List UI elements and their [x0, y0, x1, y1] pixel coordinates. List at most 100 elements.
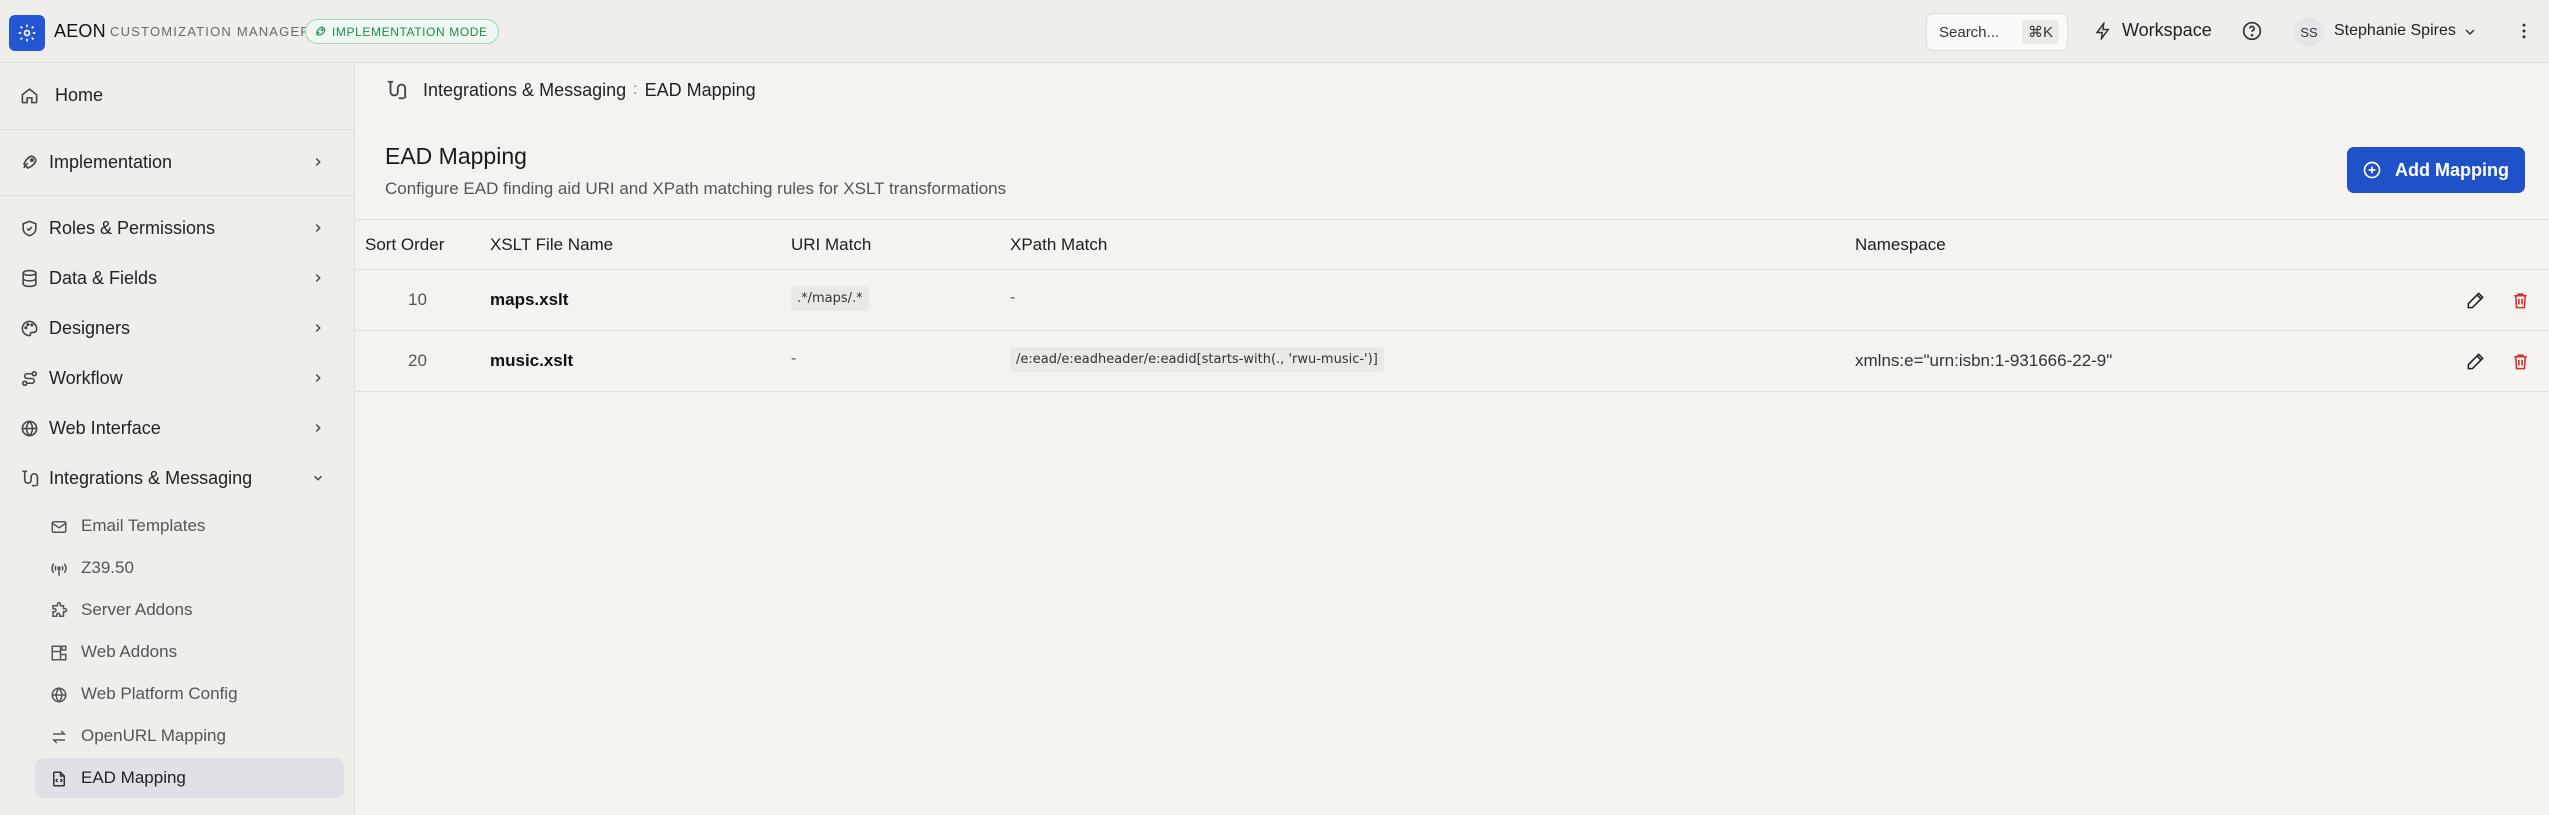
arrows-icon	[51, 730, 67, 744]
plus-circle-icon	[2363, 161, 2381, 179]
sidebar-item-data-fields[interactable]: Data & Fields	[0, 258, 354, 298]
sidebar-subitem-email-templates[interactable]: Email Templates	[35, 506, 344, 546]
cell-uri-match: -	[791, 350, 797, 367]
avatar[interactable]: SS	[2294, 17, 2324, 47]
integrations-icon	[22, 470, 39, 487]
sidebar-item-designers[interactable]: Designers	[0, 308, 354, 348]
chevron-right-icon	[315, 424, 321, 432]
sidebar-item-workflow[interactable]: Workflow	[0, 358, 354, 398]
lightning-icon	[2095, 21, 2110, 40]
sidebar-item-label: Home	[55, 84, 104, 105]
implementation-mode-badge: IMPLEMENTATION MODE	[305, 19, 499, 44]
column-header-xslt-file[interactable]: XSLT File Name	[490, 235, 613, 255]
sidebar-subitem-web-platform-config[interactable]: Web Platform Config	[35, 674, 344, 714]
search-button[interactable]: Search... ⌘K	[1926, 13, 2068, 51]
sidebar-subitem-server-addons[interactable]: Server Addons	[35, 590, 344, 630]
cell-uri-match: .*/maps/.*	[791, 286, 869, 311]
home-icon	[21, 88, 38, 104]
sidebar-subitem-label: Z39.50	[81, 558, 134, 577]
sidebar-subitem-label: Server Addons	[81, 600, 193, 619]
cell-xpath-match: -	[1010, 289, 1016, 306]
sidebar-item-web-interface[interactable]: Web Interface	[0, 408, 354, 448]
chevron-right-icon	[315, 324, 321, 332]
workspace-label: Workspace	[2122, 20, 2212, 40]
sidebar-item-label: Roles & Permissions	[49, 217, 216, 238]
puzzle-icon	[52, 602, 68, 617]
cell-namespace: xmlns:e="urn:isbn:1-931666-22-9"	[1855, 351, 2113, 370]
breadcrumb-section[interactable]: Integrations & Messaging	[423, 80, 626, 101]
app-name: AEON	[54, 21, 106, 41]
cell-sort-order: 20	[408, 351, 427, 370]
search-label: Search...	[1939, 23, 2000, 41]
sidebar-subitem-z3950[interactable]: Z39.50	[35, 548, 344, 588]
globe-icon	[21, 420, 38, 437]
add-mapping-label: Add Mapping	[2395, 159, 2509, 180]
sidebar-subitem-web-addons[interactable]: Web Addons	[35, 632, 344, 672]
chevron-right-icon	[315, 374, 321, 382]
column-header-uri-match[interactable]: URI Match	[791, 235, 871, 255]
edit-icon[interactable]	[2466, 352, 2485, 371]
breadcrumb: Integrations & Messaging : EAD Mapping	[385, 79, 756, 101]
integrations-icon	[387, 80, 407, 100]
chevron-right-icon	[315, 224, 321, 232]
chevron-right-icon	[315, 274, 321, 282]
cell-sort-order: 10	[408, 290, 427, 309]
sidebar-subitem-ead-mapping[interactable]: EAD Mapping	[35, 758, 344, 798]
sidebar-divider	[0, 195, 354, 196]
page-header: EAD Mapping Configure EAD finding aid UR…	[385, 143, 1006, 199]
chevron-down-icon	[314, 475, 322, 481]
table-row[interactable]: 10 maps.xslt .*/maps/.* -	[355, 270, 2549, 331]
main-content: Integrations & Messaging : EAD Mapping E…	[355, 63, 2549, 815]
sidebar-item-label: Integrations & Messaging	[49, 467, 253, 488]
column-header-namespace[interactable]: Namespace	[1855, 235, 1946, 255]
cell-xslt-file: music.xslt	[490, 351, 574, 370]
column-header-xpath-match[interactable]: XPath Match	[1010, 235, 1107, 255]
app-subtitle: CUSTOMIZATION MANAGER	[110, 24, 311, 39]
sidebar-item-implementation[interactable]: Implementation	[0, 142, 354, 182]
database-icon	[22, 269, 37, 288]
antenna-icon	[51, 563, 67, 576]
page-description: Configure EAD finding aid URI and XPath …	[385, 179, 1007, 198]
chevron-down-icon[interactable]	[2462, 24, 2478, 40]
column-header-sort-order[interactable]: Sort Order	[365, 235, 444, 255]
rocket-icon	[316, 26, 326, 36]
more-vertical-icon[interactable]	[2514, 21, 2534, 41]
globe-icon	[51, 687, 67, 703]
sidebar: Home Implementation Roles & Permissions …	[0, 63, 355, 815]
app-logo[interactable]	[9, 15, 45, 51]
delete-icon[interactable]	[2511, 291, 2530, 310]
add-mapping-button[interactable]: Add Mapping	[2347, 147, 2525, 193]
page-title: EAD Mapping	[385, 143, 527, 169]
user-name[interactable]: Stephanie Spires	[2334, 22, 2456, 40]
workspace-button[interactable]: Workspace	[2094, 20, 2212, 41]
blocks-icon	[51, 645, 67, 661]
cell-xslt-file: maps.xslt	[490, 290, 569, 309]
sidebar-item-label: Implementation	[49, 151, 173, 172]
chevron-right-icon	[315, 158, 321, 166]
palette-icon	[21, 320, 38, 337]
sidebar-subitem-label: EAD Mapping	[81, 768, 186, 787]
sidebar-subitem-label: Web Platform Config	[81, 684, 238, 703]
table-row[interactable]: 20 music.xslt - /e:ead/e:eadheader/e:ead…	[355, 331, 2549, 392]
table-header: Sort Order XSLT File Name URI Match XPat…	[355, 220, 2549, 270]
file-code-icon	[53, 771, 65, 787]
sidebar-item-label: Web Interface	[49, 417, 161, 438]
sidebar-item-home[interactable]: Home	[0, 75, 354, 115]
mapping-table: Sort Order XSLT File Name URI Match XPat…	[355, 219, 2549, 392]
shield-icon	[22, 220, 37, 237]
search-shortcut: ⌘K	[2021, 20, 2059, 44]
breadcrumb-page: EAD Mapping	[644, 79, 756, 100]
top-bar: AEON CUSTOMIZATION MANAGER IMPLEMENTATIO…	[0, 0, 2549, 63]
sidebar-subitem-label: Web Addons	[81, 642, 178, 661]
sidebar-item-roles-permissions[interactable]: Roles & Permissions	[0, 208, 354, 248]
help-icon[interactable]	[2242, 21, 2262, 41]
mode-badge-label: IMPLEMENTATION MODE	[332, 24, 488, 39]
edit-icon[interactable]	[2466, 291, 2485, 310]
mail-icon	[51, 521, 67, 533]
delete-icon[interactable]	[2511, 352, 2530, 371]
workflow-icon	[21, 370, 38, 387]
sidebar-item-integrations-messaging[interactable]: Integrations & Messaging	[0, 458, 354, 498]
cell-xpath-match: /e:ead/e:eadheader/e:eadid[starts-with(.…	[1010, 347, 1384, 372]
sidebar-item-label: Data & Fields	[49, 267, 158, 288]
sidebar-subitem-openurl-mapping[interactable]: OpenURL Mapping	[35, 716, 344, 756]
